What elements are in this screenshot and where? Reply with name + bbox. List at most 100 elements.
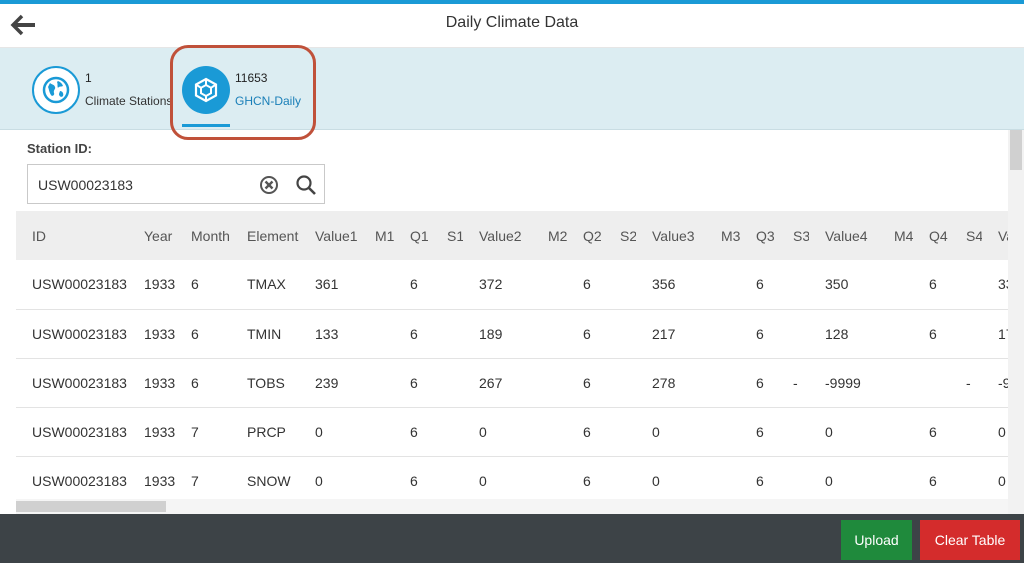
footer-toolbar: Upload Clear Table xyxy=(0,514,1024,563)
search-field xyxy=(27,164,325,204)
horizontal-scrollbar-thumb[interactable] xyxy=(16,501,166,512)
table-cell xyxy=(950,260,982,310)
column-header[interactable]: Value2 xyxy=(463,211,532,260)
table-cell: 6 xyxy=(175,309,231,359)
table-cell xyxy=(532,309,567,359)
station-id-label: Station ID: xyxy=(27,141,92,156)
column-header[interactable]: Q1 xyxy=(394,211,431,260)
table-cell: TMAX xyxy=(231,260,299,310)
clear-search-icon[interactable] xyxy=(259,175,279,195)
column-header[interactable]: Value3 xyxy=(636,211,705,260)
table-cell xyxy=(878,358,913,408)
table-cell: 6 xyxy=(740,358,777,408)
table-cell: 217 xyxy=(636,309,705,359)
column-header[interactable]: M3 xyxy=(705,211,740,260)
table-cell: USW00023183 xyxy=(16,407,128,457)
tab-ghcn-daily[interactable]: 11653 GHCN-Daily xyxy=(172,48,312,130)
table-row[interactable]: USW00023183 1933 7 PRCP 0 6 0 6 0 6 0 6 0 xyxy=(16,407,1008,457)
app-header: Daily Climate Data xyxy=(0,4,1024,48)
vertical-scrollbar[interactable] xyxy=(1008,130,1024,514)
column-header[interactable]: S3 xyxy=(777,211,809,260)
table-cell xyxy=(431,358,463,408)
upload-button[interactable]: Upload xyxy=(841,520,912,560)
table-cell: TMIN xyxy=(231,309,299,359)
vertical-scrollbar-thumb[interactable] xyxy=(1010,130,1022,170)
table-cell xyxy=(878,456,913,499)
column-header[interactable]: Q2 xyxy=(567,211,604,260)
column-header[interactable]: Q3 xyxy=(740,211,777,260)
column-header[interactable]: M4 xyxy=(878,211,913,260)
table-cell: 172 xyxy=(982,309,1008,359)
table-cell: 6 xyxy=(583,472,591,489)
table-cell xyxy=(431,260,463,310)
table-row[interactable]: USW00023183 1933 6 TOBS 239 6 267 6 278 6- -9999- -… xyxy=(16,358,1008,408)
data-table: ID Year Month Element Value1 M1 Q1 S1 Value2 M2 Q2… xyxy=(16,211,1008,499)
data-table-container: ID Year Month Element Value1 M1 Q1 S1 Value2 M2 Q2… xyxy=(16,211,1008,499)
table-cell: 6 xyxy=(913,309,950,359)
column-header[interactable]: S1 xyxy=(431,211,463,260)
table-cell: 0 xyxy=(825,472,833,489)
tab-climate-stations[interactable]: 1 Climate Stations xyxy=(22,48,172,130)
table-row[interactable]: USW0002318319336TMAX3616372635663506339 xyxy=(16,260,1008,310)
tab-label-stations: Climate Stations xyxy=(85,94,173,108)
table-cell xyxy=(532,407,567,457)
table-cell: 128 xyxy=(809,309,878,359)
table-cell: 6 xyxy=(175,260,231,310)
table-cell xyxy=(950,309,982,359)
table-cell: - xyxy=(777,358,809,408)
active-tab-indicator xyxy=(182,124,230,127)
column-header[interactable]: S2 xyxy=(604,211,636,260)
table-cell: 0 xyxy=(982,407,1008,457)
station-id-input[interactable] xyxy=(38,174,248,196)
table-cell xyxy=(913,358,950,408)
table-cell xyxy=(705,358,740,408)
table-cell: 6 xyxy=(913,407,950,457)
table-row[interactable]: USW0002318319336TMIN1336189621761286172 xyxy=(16,309,1008,359)
column-header[interactable]: S4 xyxy=(950,211,982,260)
table-cell: 356 xyxy=(636,260,705,310)
cube-icon xyxy=(182,66,230,114)
table-cell: 7 xyxy=(191,472,199,489)
column-header[interactable]: M2 xyxy=(532,211,567,260)
table-cell xyxy=(777,260,809,310)
globe-icon xyxy=(32,66,80,114)
table-row[interactable]: USW00023183 1933 7 SNOW 0 6 0 6 0 6 0 6 0 xyxy=(16,456,1008,499)
table-cell: 1933 xyxy=(128,309,175,359)
table-cell xyxy=(532,358,567,408)
table-cell: 0 xyxy=(809,407,878,457)
table-cell: 6 xyxy=(394,309,431,359)
search-icon[interactable] xyxy=(295,174,317,196)
table-cell: 1933 xyxy=(144,472,175,489)
table-cell: 239 xyxy=(299,358,359,408)
column-header[interactable]: Q4 xyxy=(913,211,950,260)
table-cell xyxy=(604,456,636,499)
table-cell: 6 xyxy=(567,260,604,310)
column-header[interactable]: Value1 xyxy=(299,211,359,260)
table-cell: -9999 xyxy=(982,358,1008,408)
table-cell: 0 xyxy=(315,472,323,489)
page-title: Daily Climate Data xyxy=(445,14,579,31)
horizontal-scrollbar[interactable] xyxy=(16,499,1008,514)
table-cell: SNOW xyxy=(247,472,291,489)
column-header[interactable]: Value5 xyxy=(982,211,1008,260)
table-cell xyxy=(359,358,394,408)
column-header[interactable]: Value4 xyxy=(809,211,878,260)
table-cell: 0 xyxy=(652,472,660,489)
table-cell xyxy=(359,407,394,457)
column-header[interactable]: M1 xyxy=(359,211,394,260)
table-cell: 6 xyxy=(394,407,431,457)
table-cell: 189 xyxy=(463,309,532,359)
column-header[interactable]: ID xyxy=(16,211,128,260)
table-cell: USW00023183 xyxy=(32,472,127,489)
table-cell: -9999 xyxy=(809,358,878,408)
table-cell xyxy=(777,456,809,499)
clear-table-button[interactable]: Clear Table xyxy=(920,520,1020,560)
column-header[interactable]: Year xyxy=(128,211,175,260)
table-cell: 350 xyxy=(809,260,878,310)
table-cell: 1933 xyxy=(128,358,175,408)
column-header[interactable]: Month xyxy=(175,211,231,260)
column-header[interactable]: Element xyxy=(231,211,299,260)
table-cell xyxy=(705,260,740,310)
table-cell: 361 xyxy=(299,260,359,310)
table-cell xyxy=(431,456,463,499)
